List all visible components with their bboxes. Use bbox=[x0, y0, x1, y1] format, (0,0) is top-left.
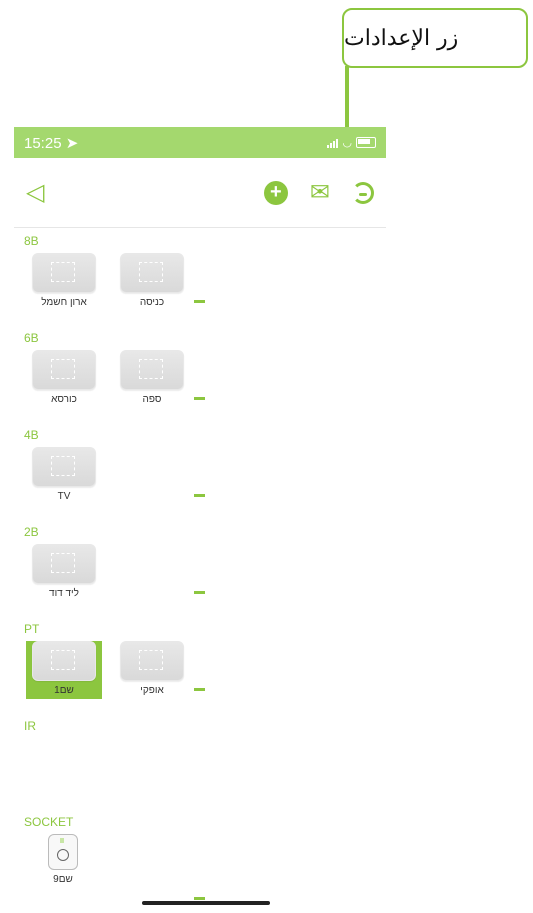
section-4b: 4B TV bbox=[14, 428, 386, 512]
socket-icon bbox=[48, 834, 78, 870]
device-label: כניסה bbox=[139, 297, 165, 308]
collapse-dash[interactable] bbox=[194, 688, 205, 691]
device-image bbox=[120, 641, 184, 681]
location-arrow-icon: ➤ bbox=[65, 134, 79, 152]
device-label: אופקי bbox=[140, 685, 164, 696]
back-icon[interactable]: ◁ bbox=[26, 180, 44, 205]
toolbar-actions: + ✉ bbox=[263, 178, 374, 207]
collapse-dash[interactable] bbox=[194, 494, 205, 497]
device-horizontal[interactable]: אופקי bbox=[118, 641, 186, 696]
collapse-dash[interactable] bbox=[194, 397, 205, 400]
top-toolbar: ◁ + ✉ bbox=[14, 158, 386, 228]
devices-2b: ליד דוד bbox=[14, 539, 386, 609]
device-image bbox=[32, 350, 96, 390]
device-image bbox=[120, 350, 184, 390]
settings-callout: زر الإعدادات bbox=[342, 8, 528, 68]
section-label-6b: 6B bbox=[24, 331, 39, 345]
devices-socket: שם9 bbox=[14, 829, 386, 900]
device-label: ארון חשמל bbox=[41, 297, 87, 308]
signal-icon bbox=[327, 138, 339, 148]
home-indicator[interactable] bbox=[142, 901, 270, 905]
device-electric-cabinet[interactable]: ארון חשמל bbox=[30, 253, 98, 308]
devices-8b: ארון חשמל כניסה bbox=[14, 248, 386, 318]
section-label-ir: IR bbox=[24, 719, 36, 733]
section-label-2b: 2B bbox=[24, 525, 39, 539]
status-time: 15:25 bbox=[24, 134, 62, 152]
device-label: TV bbox=[57, 491, 71, 502]
devices-pt: שם1 אופקי bbox=[14, 636, 386, 706]
device-near-boiler[interactable]: ליד דוד bbox=[30, 544, 98, 599]
device-socket-name9[interactable]: שם9 bbox=[30, 834, 96, 885]
collapse-dash[interactable] bbox=[194, 300, 205, 303]
wifi-icon: ◡ bbox=[342, 137, 352, 149]
section-8b: 8B ארון חשמל כניסה bbox=[14, 234, 386, 318]
section-label-8b: 8B bbox=[24, 234, 39, 248]
device-image bbox=[32, 447, 96, 487]
device-armchair[interactable]: כורסא bbox=[30, 350, 98, 405]
devices-4b: TV bbox=[14, 442, 386, 512]
section-socket: SOCKET שם9 bbox=[14, 815, 386, 900]
add-icon[interactable]: + bbox=[263, 180, 288, 205]
device-tv[interactable]: TV bbox=[30, 447, 98, 502]
devices-6b: כורסא ספה bbox=[14, 345, 386, 415]
device-list: 8B ארון חשמל כניסה 6B כורסא ספה 4B TV 2B… bbox=[14, 228, 386, 913]
status-indicators: ◡ bbox=[327, 136, 376, 149]
device-image bbox=[32, 253, 96, 293]
device-image bbox=[32, 641, 96, 681]
device-label: שם9 bbox=[53, 874, 73, 885]
mail-icon[interactable]: ✉ bbox=[310, 178, 330, 207]
device-sofa[interactable]: ספה bbox=[118, 350, 186, 405]
device-entrance[interactable]: כניסה bbox=[118, 253, 186, 308]
device-image bbox=[32, 544, 96, 584]
settings-icon[interactable] bbox=[352, 181, 374, 204]
status-bar: 15:25 ➤ ◡ bbox=[14, 127, 386, 158]
section-label-socket: SOCKET bbox=[24, 815, 74, 829]
section-label-4b: 4B bbox=[24, 428, 39, 442]
battery-icon bbox=[356, 137, 376, 148]
device-label: שם1 bbox=[54, 685, 74, 696]
status-time-group: 15:25 ➤ bbox=[24, 134, 78, 152]
device-image bbox=[120, 253, 184, 293]
device-label: ספה bbox=[142, 394, 162, 405]
phone-screen: 15:25 ➤ ◡ ◁ + ✉ 8B ארון חשמל כניסה 6B כו… bbox=[14, 127, 386, 913]
device-label: ליד דוד bbox=[49, 588, 79, 599]
section-label-pt: PT bbox=[24, 622, 40, 636]
collapse-dash[interactable] bbox=[194, 591, 205, 594]
section-ir: IR bbox=[14, 719, 386, 733]
device-label: כורסא bbox=[51, 394, 77, 405]
section-2b: 2B ליד דוד bbox=[14, 525, 386, 609]
section-6b: 6B כורסא ספה bbox=[14, 331, 386, 415]
collapse-dash[interactable] bbox=[194, 897, 205, 900]
callout-text: زر الإعدادات bbox=[344, 25, 459, 51]
device-name1-selected[interactable]: שם1 bbox=[26, 641, 102, 699]
section-pt: PT שם1 אופקי bbox=[14, 622, 386, 706]
